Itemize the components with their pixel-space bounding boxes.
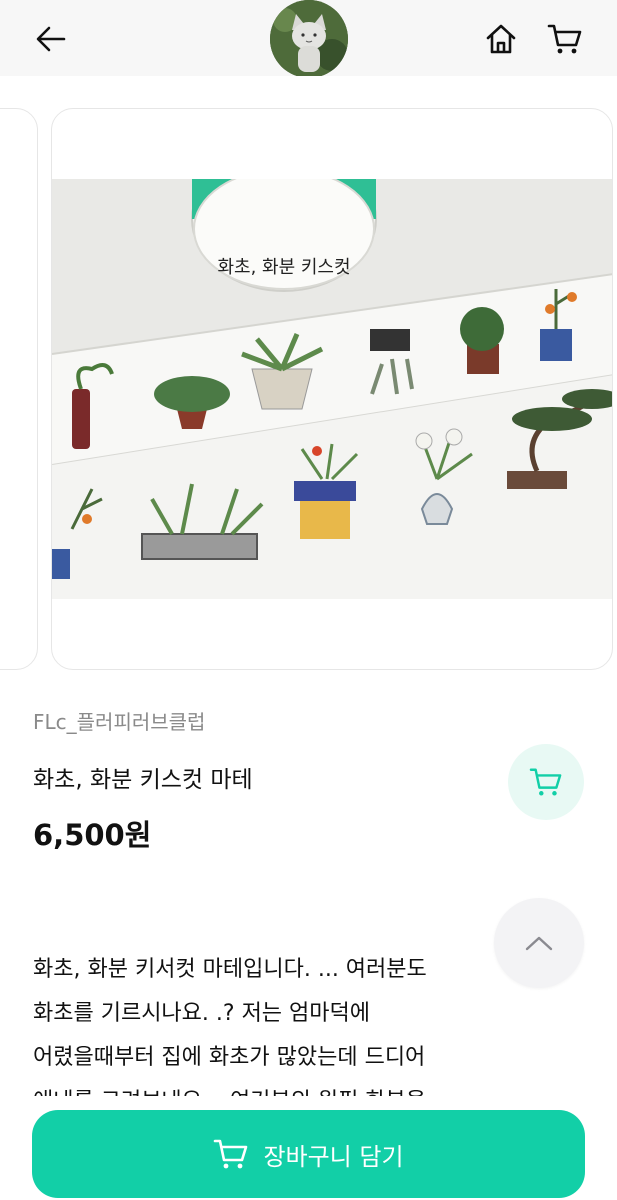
product-price: 6,500원 (33, 818, 152, 852)
chevron-up-icon (525, 936, 553, 951)
scroll-to-top-button[interactable] (494, 898, 584, 988)
product-image-carousel[interactable]: 화초, 화분 키스컷 (0, 76, 617, 696)
washi-tape-photo: 화초, 화분 키스컷 (52, 179, 612, 599)
home-icon (486, 24, 516, 54)
cart-icon (547, 24, 582, 54)
cart-button[interactable] (544, 18, 586, 60)
home-button[interactable] (480, 18, 522, 60)
arrow-left-icon (36, 26, 66, 52)
product-description: 화초, 화분 키서컷 마테입니다. ... 여러분도 화초를 기르시나요. .?… (33, 948, 523, 1096)
description-line: 화초를 기르시나요. .? 저는 엄마덕에 (33, 1001, 370, 1026)
description-line: 어렸을때부터 집에 화초가 많았는데 드디어 (33, 1045, 426, 1070)
cart-icon (529, 768, 562, 796)
shop-avatar[interactable] (270, 0, 348, 78)
description-line: 애네를 그려보네요... 여기분의 원필 화분을 (33, 1080, 523, 1096)
back-button[interactable] (30, 18, 72, 60)
main-image-card[interactable]: 화초, 화분 키스컷 (51, 108, 613, 670)
add-to-cart-label: 장바구니 담기 (263, 1142, 404, 1171)
seller-name[interactable]: FLc_플러피러브클럽 (33, 706, 205, 735)
add-to-cart-button[interactable]: 장바구니 담기 (32, 1110, 585, 1198)
product-title: 화초, 화분 키스컷 마테 (33, 767, 253, 793)
previous-image-card[interactable] (0, 108, 38, 670)
cat-figure-avatar (270, 0, 348, 78)
cart-icon (214, 1139, 248, 1169)
description-line: 화초, 화분 키서컷 마테입니다. ... 여러분도 (33, 957, 427, 982)
quick-add-cart-button[interactable] (508, 744, 584, 820)
tape-roll-label: 화초, 화분 키스컷 (217, 257, 350, 278)
top-bar (0, 0, 617, 78)
